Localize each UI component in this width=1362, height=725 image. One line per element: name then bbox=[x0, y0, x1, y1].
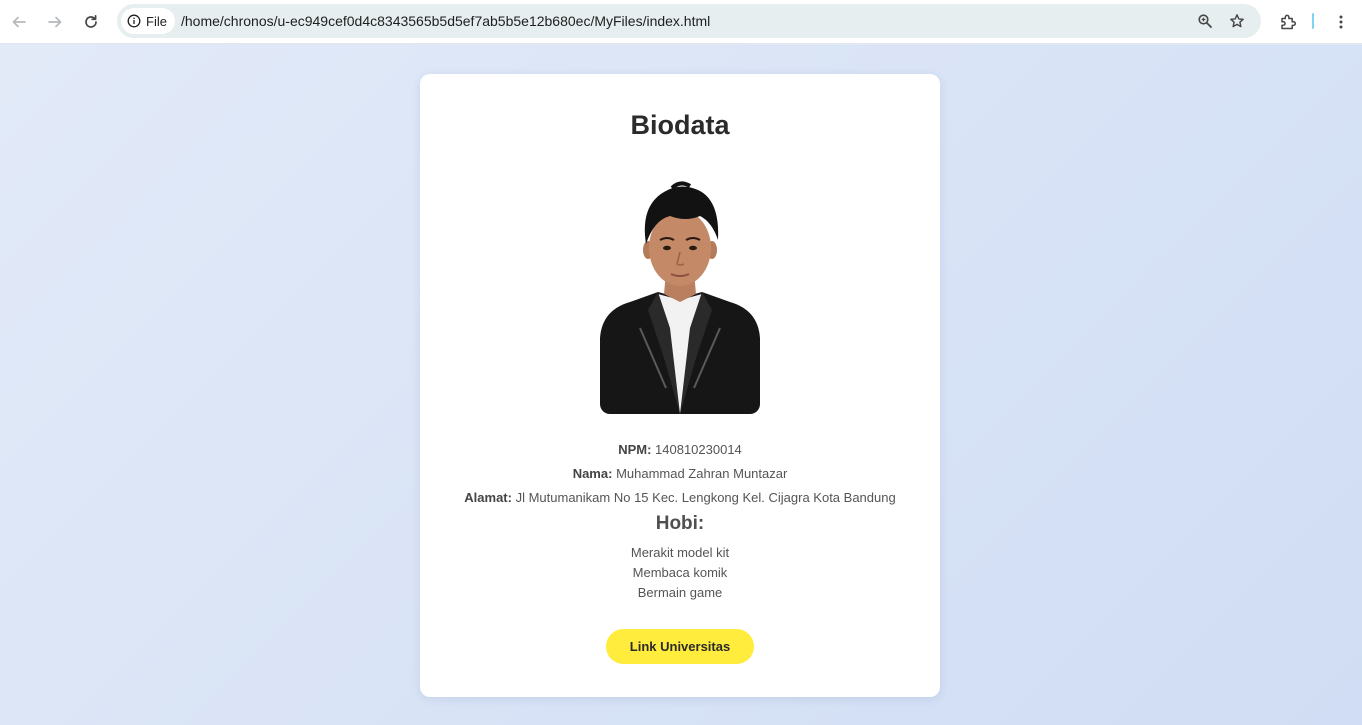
arrow-left-icon bbox=[12, 16, 26, 28]
nama-value: Muhammad Zahran Muntazar bbox=[616, 466, 788, 481]
zoom-button[interactable] bbox=[1189, 5, 1221, 37]
alamat-value: Jl Mutumanikam No 15 Kec. Lengkong Kel. … bbox=[515, 490, 896, 505]
site-info-label: File bbox=[146, 13, 167, 29]
toolbar-divider bbox=[1312, 13, 1314, 29]
npm-row: NPM: 140810230014 bbox=[420, 442, 940, 457]
reload-icon bbox=[85, 14, 97, 28]
bookmark-button[interactable] bbox=[1221, 5, 1253, 37]
hobby-item: Bermain game bbox=[637, 585, 723, 600]
reload-button[interactable] bbox=[75, 6, 107, 38]
zoom-icon bbox=[1198, 14, 1212, 28]
more-vert-icon bbox=[1339, 15, 1343, 29]
star-icon bbox=[1230, 14, 1244, 28]
info-icon bbox=[127, 14, 141, 28]
nama-row: Nama: Muhammad Zahran Muntazar bbox=[420, 466, 940, 481]
university-link-button[interactable]: Link Universitas bbox=[606, 629, 754, 664]
page-viewport: Biodata NPM: 140810230014 Nama: Muhammad… bbox=[0, 45, 1362, 725]
menu-button[interactable] bbox=[1325, 6, 1357, 38]
hobby-item: Membaca komik bbox=[632, 565, 728, 580]
nama-label: Nama: bbox=[572, 466, 613, 481]
back-button[interactable] bbox=[3, 6, 35, 38]
profile-photo bbox=[600, 178, 760, 414]
url-text[interactable]: /home/chronos/u-ec949cef0d4c8343565b5d5e… bbox=[181, 4, 710, 38]
page-title: Biodata bbox=[630, 110, 730, 140]
puzzle-icon bbox=[1281, 14, 1297, 30]
npm-label: NPM: bbox=[618, 442, 652, 457]
browser-toolbar: File /home/chronos/u-ec949cef0d4c8343565… bbox=[0, 0, 1362, 44]
hobby-item: Merakit model kit bbox=[630, 545, 730, 560]
alamat-row: Alamat: Jl Mutumanikam No 15 Kec. Lengko… bbox=[420, 490, 940, 505]
alamat-label: Alamat: bbox=[464, 490, 512, 505]
arrow-right-icon bbox=[48, 16, 62, 28]
biodata-card: Biodata NPM: 140810230014 Nama: Muhammad… bbox=[420, 74, 940, 697]
forward-button[interactable] bbox=[39, 6, 71, 38]
hobbies-heading: Hobi: bbox=[655, 513, 705, 534]
site-info-chip[interactable]: File bbox=[121, 8, 175, 34]
address-bar[interactable]: File /home/chronos/u-ec949cef0d4c8343565… bbox=[117, 4, 1261, 38]
npm-value: 140810230014 bbox=[655, 442, 742, 457]
extensions-button[interactable] bbox=[1272, 6, 1304, 38]
